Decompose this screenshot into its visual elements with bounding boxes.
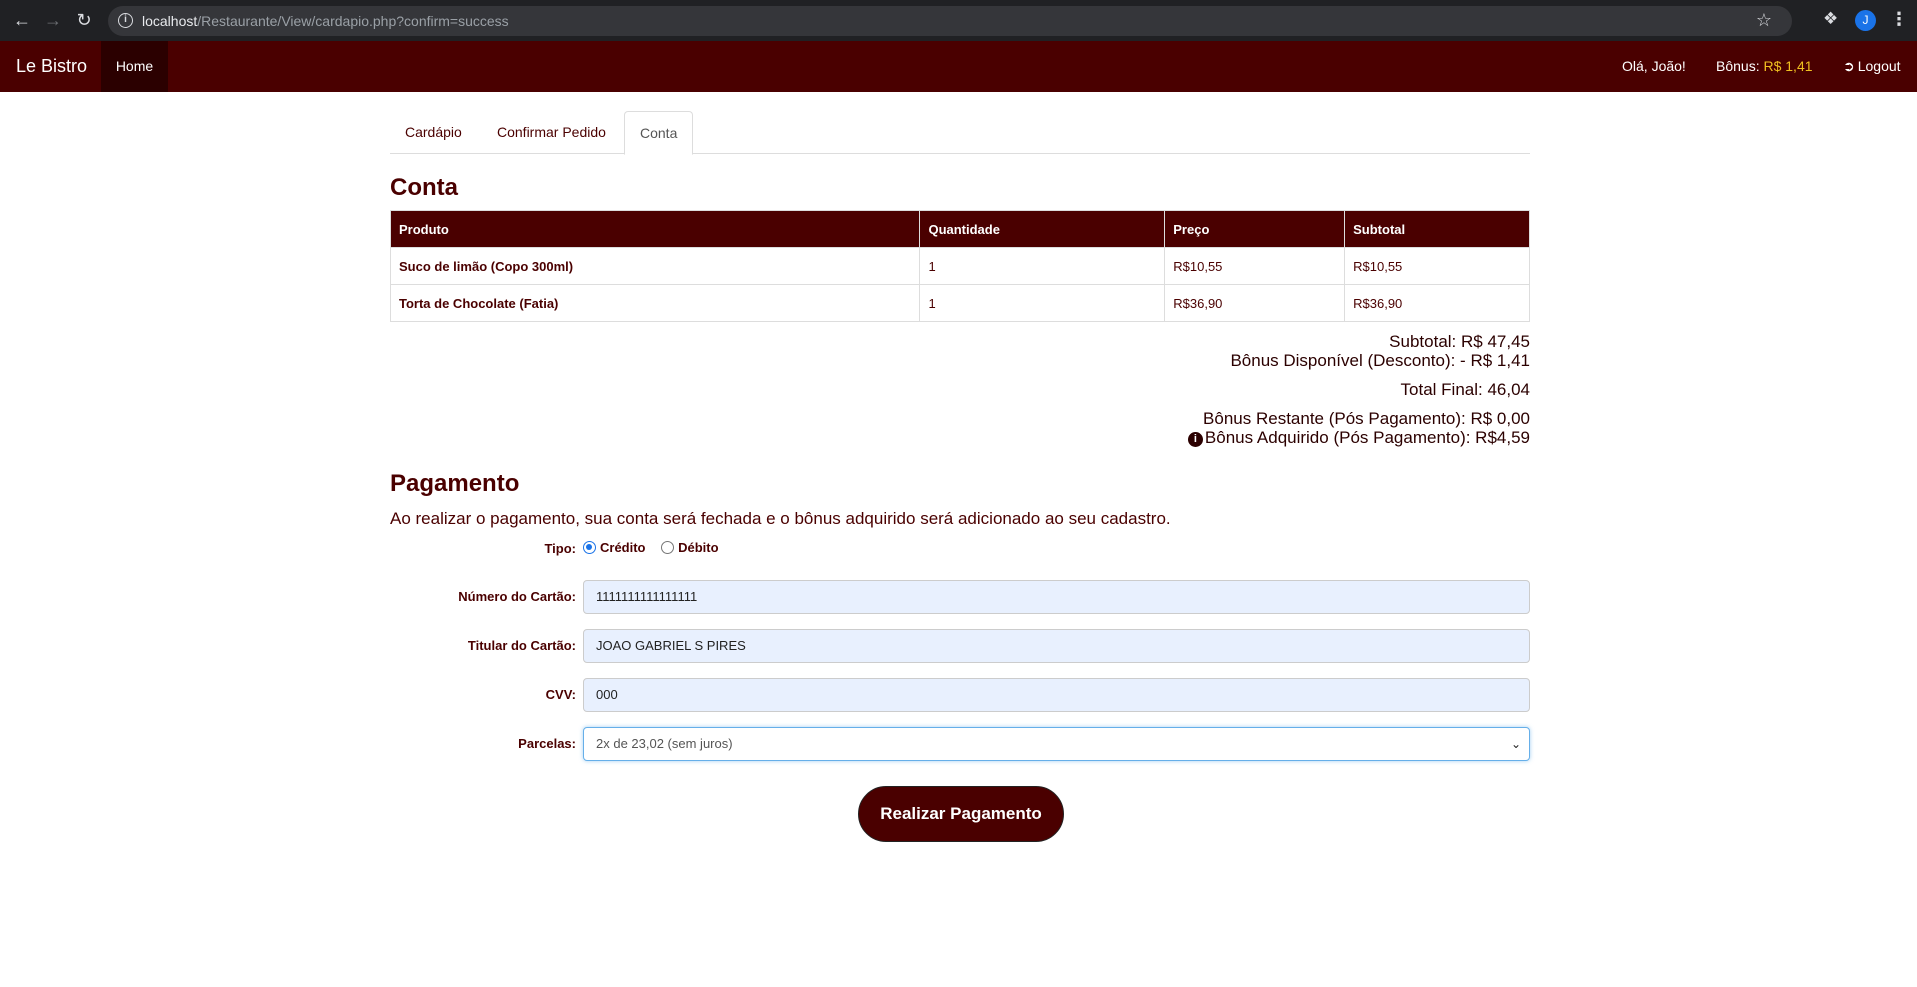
extensions-puzzle-icon[interactable]: ❖ bbox=[1823, 9, 1838, 29]
tipo-radio-group: Crédito Débito bbox=[583, 540, 719, 555]
cell-preco: R$36,90 bbox=[1164, 284, 1346, 322]
radio-credito[interactable]: Crédito bbox=[583, 540, 646, 555]
chevron-down-icon: ⌄ bbox=[1510, 737, 1521, 751]
brand-link[interactable]: Le Bistro bbox=[16, 56, 87, 77]
cvv-label: CVV: bbox=[545, 687, 576, 702]
pagamento-title: Pagamento bbox=[390, 470, 520, 497]
browser-menu-icon[interactable]: ⋮ bbox=[1890, 9, 1908, 29]
cell-preco: R$10,55 bbox=[1164, 247, 1346, 285]
column-header: Subtotal bbox=[1344, 210, 1530, 248]
parcelas-selected-value: 2x de 23,02 (sem juros) bbox=[596, 736, 733, 751]
nav-home-link[interactable]: Home bbox=[101, 41, 168, 92]
radio-debito-label[interactable]: Débito bbox=[678, 540, 718, 555]
bill-table: Produto Quantidade Preço Subtotal Suco d… bbox=[389, 210, 1530, 322]
table-header-row: Produto Quantidade Preço Subtotal bbox=[389, 210, 1530, 248]
bonus-adquirido-text: Bônus Adquirido (Pós Pagamento): R$4,59 bbox=[1204, 428, 1530, 447]
tab-confirmar-pedido[interactable]: Confirmar Pedido bbox=[482, 111, 621, 154]
reload-icon[interactable]: ↻ bbox=[74, 10, 94, 30]
parcelas-select[interactable]: 2x de 23,02 (sem juros) ⌄ bbox=[583, 727, 1530, 761]
cell-quantidade: 1 bbox=[919, 247, 1166, 285]
profile-avatar[interactable]: J bbox=[1855, 10, 1876, 31]
radio-debito[interactable]: Débito bbox=[661, 540, 719, 555]
info-icon[interactable]: i bbox=[1187, 432, 1203, 447]
site-info-icon[interactable]: i bbox=[118, 13, 133, 28]
bonus-disponivel-line: Bônus Disponível (Desconto): - R$ 1,41 bbox=[1230, 351, 1530, 370]
parcelas-label: Parcelas: bbox=[518, 736, 576, 751]
bonus-value: R$ 1,41 bbox=[1763, 58, 1813, 74]
titular-cartao-label: Titular do Cartão: bbox=[467, 638, 576, 653]
url-host: localhost bbox=[142, 13, 198, 29]
cell-subtotal: R$10,55 bbox=[1344, 247, 1530, 285]
cvv-input[interactable]: 000 bbox=[583, 678, 1530, 712]
table-row: Suco de limão (Copo 300ml) 1 R$10,55 R$1… bbox=[389, 247, 1530, 285]
table-row: Torta de Chocolate (Fatia) 1 R$36,90 R$3… bbox=[389, 284, 1530, 322]
pagamento-description: Ao realizar o pagamento, sua conta será … bbox=[390, 509, 1171, 528]
cell-subtotal: R$36,90 bbox=[1344, 284, 1530, 322]
realizar-pagamento-button[interactable]: Realizar Pagamento bbox=[858, 786, 1064, 842]
cell-quantidade: 1 bbox=[919, 284, 1166, 322]
radio-credito-button[interactable] bbox=[583, 541, 596, 554]
cell-produto: Torta de Chocolate (Fatia) bbox=[389, 284, 921, 322]
radio-credito-label[interactable]: Crédito bbox=[600, 540, 646, 555]
user-greeting: Olá, João! bbox=[1622, 58, 1686, 74]
titular-cartao-input[interactable]: JOAO GABRIEL S PIRES bbox=[583, 629, 1530, 663]
bookmark-star-icon[interactable]: ☆ bbox=[1756, 10, 1772, 31]
address-bar[interactable]: i localhost/Restaurante/View/cardapio.ph… bbox=[108, 6, 1792, 36]
bonus-label: Bônus: bbox=[1716, 58, 1764, 74]
main-container: Cardápio Confirmar Pedido Conta Conta Pr… bbox=[389, 111, 1530, 842]
total-final-line: Total Final: 46,04 bbox=[1400, 380, 1530, 399]
tab-bar: Cardápio Confirmar Pedido Conta bbox=[390, 111, 1530, 155]
app-navbar: Le Bistro Home Olá, João! Bônus: R$ 1,41… bbox=[0, 41, 1917, 92]
numero-cartao-input[interactable]: 1111111111111111 bbox=[583, 580, 1530, 614]
bonus-restante-line: Bônus Restante (Pós Pagamento): R$ 0,00 bbox=[1203, 409, 1530, 428]
conta-title: Conta bbox=[390, 174, 458, 201]
tab-conta[interactable]: Conta bbox=[624, 111, 694, 155]
url-text: localhost/Restaurante/View/cardapio.php?… bbox=[142, 13, 509, 29]
column-header: Quantidade bbox=[919, 210, 1166, 248]
logout-label: Logout bbox=[1857, 58, 1901, 74]
logout-link[interactable]: ➲ Logout bbox=[1843, 58, 1901, 75]
browser-toolbar: ← → ↻ i localhost/Restaurante/View/carda… bbox=[0, 0, 1917, 41]
tipo-label: Tipo: bbox=[544, 541, 576, 556]
bonus-adquirido-line: i Bônus Adquirido (Pós Pagamento): R$4,59 bbox=[1187, 428, 1530, 447]
totals-summary: Subtotal: R$ 47,45 Bônus Disponível (Des… bbox=[1187, 332, 1530, 447]
url-path: /Restaurante/View/cardapio.php?confirm=s… bbox=[197, 13, 509, 29]
logout-icon: ➲ bbox=[1843, 58, 1855, 74]
column-header: Preço bbox=[1164, 210, 1346, 248]
subtotal-line: Subtotal: R$ 47,45 bbox=[1389, 332, 1530, 351]
tab-cardapio[interactable]: Cardápio bbox=[390, 111, 477, 154]
cell-produto: Suco de limão (Copo 300ml) bbox=[389, 247, 921, 285]
column-header: Produto bbox=[389, 210, 921, 248]
bonus-display: Bônus: R$ 1,41 bbox=[1716, 58, 1813, 74]
back-arrow-icon[interactable]: ← bbox=[12, 10, 32, 30]
forward-arrow-icon[interactable]: → bbox=[43, 10, 63, 30]
numero-cartao-label: Número do Cartão: bbox=[458, 589, 576, 604]
radio-debito-button[interactable] bbox=[661, 541, 675, 554]
